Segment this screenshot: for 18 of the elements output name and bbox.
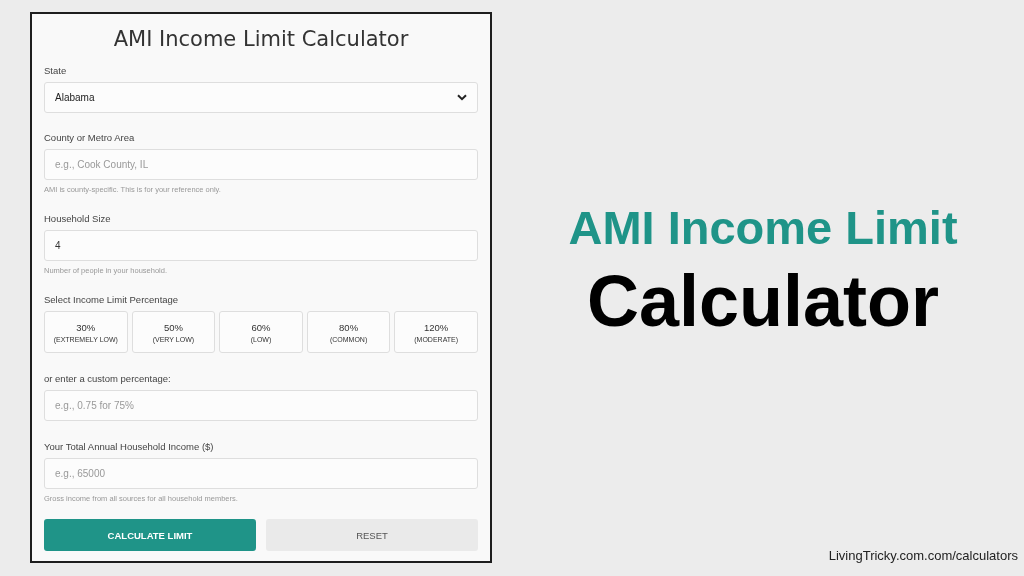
headline-text: Calculator	[586, 261, 940, 341]
input-field[interactable]: e.g., Cook County, IL	[44, 149, 478, 180]
calculate-button[interactable]: CALCULATE LIMIT	[44, 519, 256, 551]
input-field[interactable]: e.g., 0.75 for 75%	[44, 390, 478, 421]
field-label: Your Total Annual Household Income ($)	[44, 441, 214, 452]
input-field[interactable]: e.g., 65000	[44, 458, 478, 489]
state-dropdown[interactable]: Alabama	[44, 82, 478, 113]
calculator-title: AMI Income Limit Calculator	[112, 27, 410, 51]
field-label: State	[44, 65, 67, 76]
field-label: Household Size	[44, 213, 111, 224]
chevron-down-icon	[457, 94, 467, 101]
field-label: Select Income Limit Percentage	[44, 294, 179, 305]
input-field[interactable]: 4	[44, 230, 478, 261]
headline-text: AMI Income Limit	[568, 202, 958, 254]
field-label: or enter a custom percentage:	[44, 373, 171, 384]
reset-button[interactable]: RESET	[266, 519, 478, 551]
field-label: County or Metro Area	[44, 132, 135, 143]
website-url: LivingTricky.com.com/calculators	[828, 548, 1018, 563]
